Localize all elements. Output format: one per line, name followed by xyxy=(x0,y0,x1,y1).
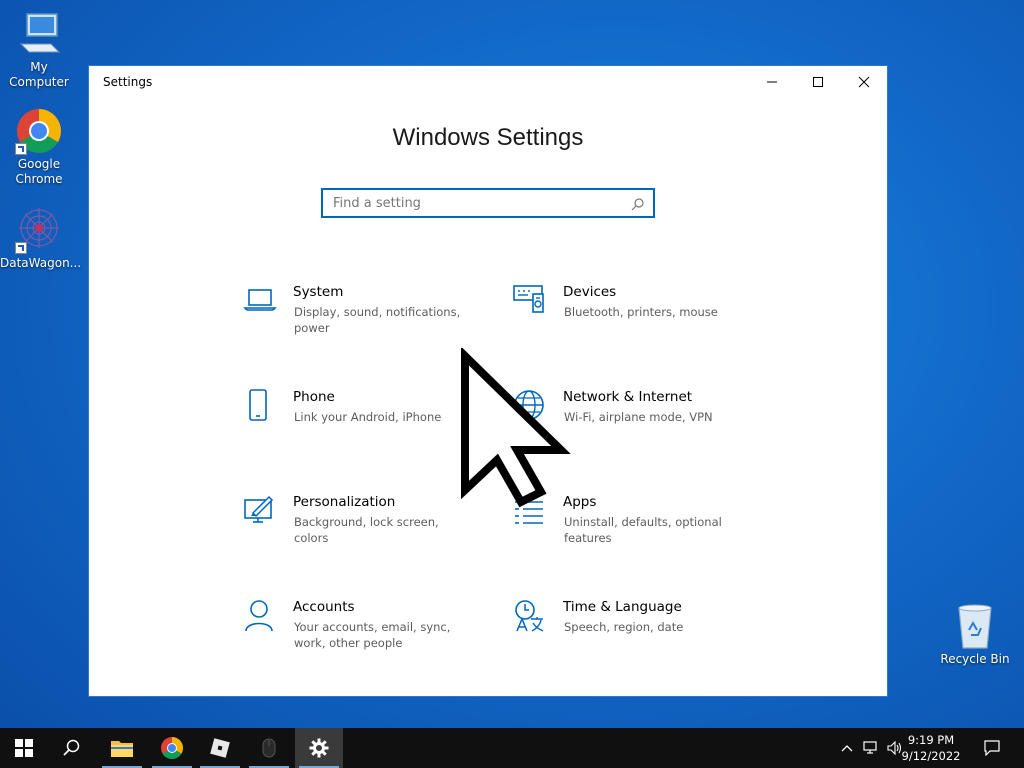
tile-time-language[interactable]: Time & Language Speech, region, date xyxy=(513,599,753,679)
tile-title: Personalization xyxy=(293,494,396,510)
datawagon-icon xyxy=(15,206,63,254)
taskbar-search-button[interactable] xyxy=(48,728,96,768)
clock-date: 9/12/2022 xyxy=(901,749,961,763)
network-tray-button[interactable] xyxy=(860,728,882,768)
close-icon xyxy=(858,76,870,88)
tile-title: System xyxy=(293,284,344,300)
gear-icon xyxy=(309,738,329,758)
desktop-icon-label: Google Chrome xyxy=(15,157,63,186)
tile-title: Time & Language xyxy=(563,599,682,615)
desktop-icon-label: Recycle Bin xyxy=(940,652,1010,666)
shortcut-arrow-icon xyxy=(15,143,27,155)
desktop-icon-recycle-bin[interactable]: Recycle Bin xyxy=(936,602,1014,667)
desktop-icon-label: My Computer xyxy=(9,60,69,89)
window-title: Settings xyxy=(103,75,153,89)
show-hidden-icons-button[interactable] xyxy=(838,728,856,768)
tile-description: Display, sound, notifications, power xyxy=(294,305,461,335)
clock-time: 9:19 PM xyxy=(907,733,955,747)
search-input[interactable] xyxy=(323,190,623,216)
search-box[interactable] xyxy=(321,188,655,218)
chevron-up-icon xyxy=(841,745,853,752)
taskbar-app-mouse[interactable] xyxy=(245,728,293,768)
taskbar-roblox[interactable] xyxy=(196,728,244,768)
computer-icon xyxy=(15,10,63,58)
maximize-button[interactable] xyxy=(795,66,841,98)
start-button[interactable] xyxy=(0,728,48,768)
roblox-icon xyxy=(210,738,230,758)
tile-description: Your accounts, email, sync, work, other … xyxy=(294,620,451,650)
tile-description: Bluetooth, printers, mouse xyxy=(564,305,718,319)
mouse-cursor-icon xyxy=(455,346,575,512)
tile-title: Phone xyxy=(293,389,335,405)
search-icon xyxy=(63,739,80,756)
tile-description: Link your Android, iPhone xyxy=(294,410,442,424)
tile-description: Wi-Fi, airplane mode, VPN xyxy=(564,410,713,424)
taskbar-file-explorer[interactable] xyxy=(98,728,146,768)
laptop-icon xyxy=(243,284,279,320)
tile-title: Accounts xyxy=(293,599,355,615)
tile-description: Uninstall, defaults, optional features xyxy=(564,515,722,545)
taskbar-chrome[interactable] xyxy=(148,728,196,768)
clock[interactable]: 9:19 PM 9/12/2022 xyxy=(896,732,966,764)
desktop-icon-datawagon[interactable]: DataWagon... xyxy=(0,206,82,271)
chrome-icon xyxy=(15,107,63,155)
folder-icon xyxy=(111,741,133,757)
devices-icon xyxy=(513,284,549,320)
shortcut-arrow-icon xyxy=(15,242,27,254)
tile-title: Devices xyxy=(563,284,617,300)
search-icon xyxy=(631,196,645,215)
close-button[interactable] xyxy=(841,66,887,98)
desktop-icon-my-computer[interactable]: My Computer xyxy=(0,10,78,90)
desktop-icon-label: DataWagon... xyxy=(0,256,82,270)
maximize-icon xyxy=(813,77,823,87)
tile-personalization[interactable]: Personalization Background, lock screen,… xyxy=(243,494,483,574)
notification-icon xyxy=(984,740,1000,756)
title-bar[interactable]: Settings xyxy=(89,66,887,98)
tile-phone[interactable]: Phone Link your Android, iPhone xyxy=(243,389,483,469)
person-icon xyxy=(243,599,279,635)
time-language-icon xyxy=(513,599,549,635)
windows-logo-icon xyxy=(15,739,33,757)
personalization-icon xyxy=(243,494,279,530)
page-title: Windows Settings xyxy=(392,124,584,151)
recycle-bin-icon xyxy=(951,602,999,650)
tile-description: Background, lock screen, colors xyxy=(294,515,439,545)
taskbar-settings[interactable] xyxy=(295,728,343,768)
desktop-icon-google-chrome[interactable]: Google Chrome xyxy=(0,107,78,187)
chrome-icon xyxy=(161,737,183,759)
tile-title: Network & Internet xyxy=(563,389,693,405)
tile-description: Speech, region, date xyxy=(564,620,684,634)
taskbar: 9:19 PM 9/12/2022 xyxy=(0,728,1024,768)
action-center-button[interactable] xyxy=(976,728,1008,768)
phone-icon xyxy=(243,389,279,425)
network-icon xyxy=(863,741,877,754)
tile-system[interactable]: System Display, sound, notifications, po… xyxy=(243,284,483,364)
minimize-icon xyxy=(767,81,777,83)
tile-accounts[interactable]: Accounts Your accounts, email, sync, wor… xyxy=(243,599,483,679)
minimize-button[interactable] xyxy=(749,66,795,98)
mouse-icon xyxy=(262,738,276,758)
